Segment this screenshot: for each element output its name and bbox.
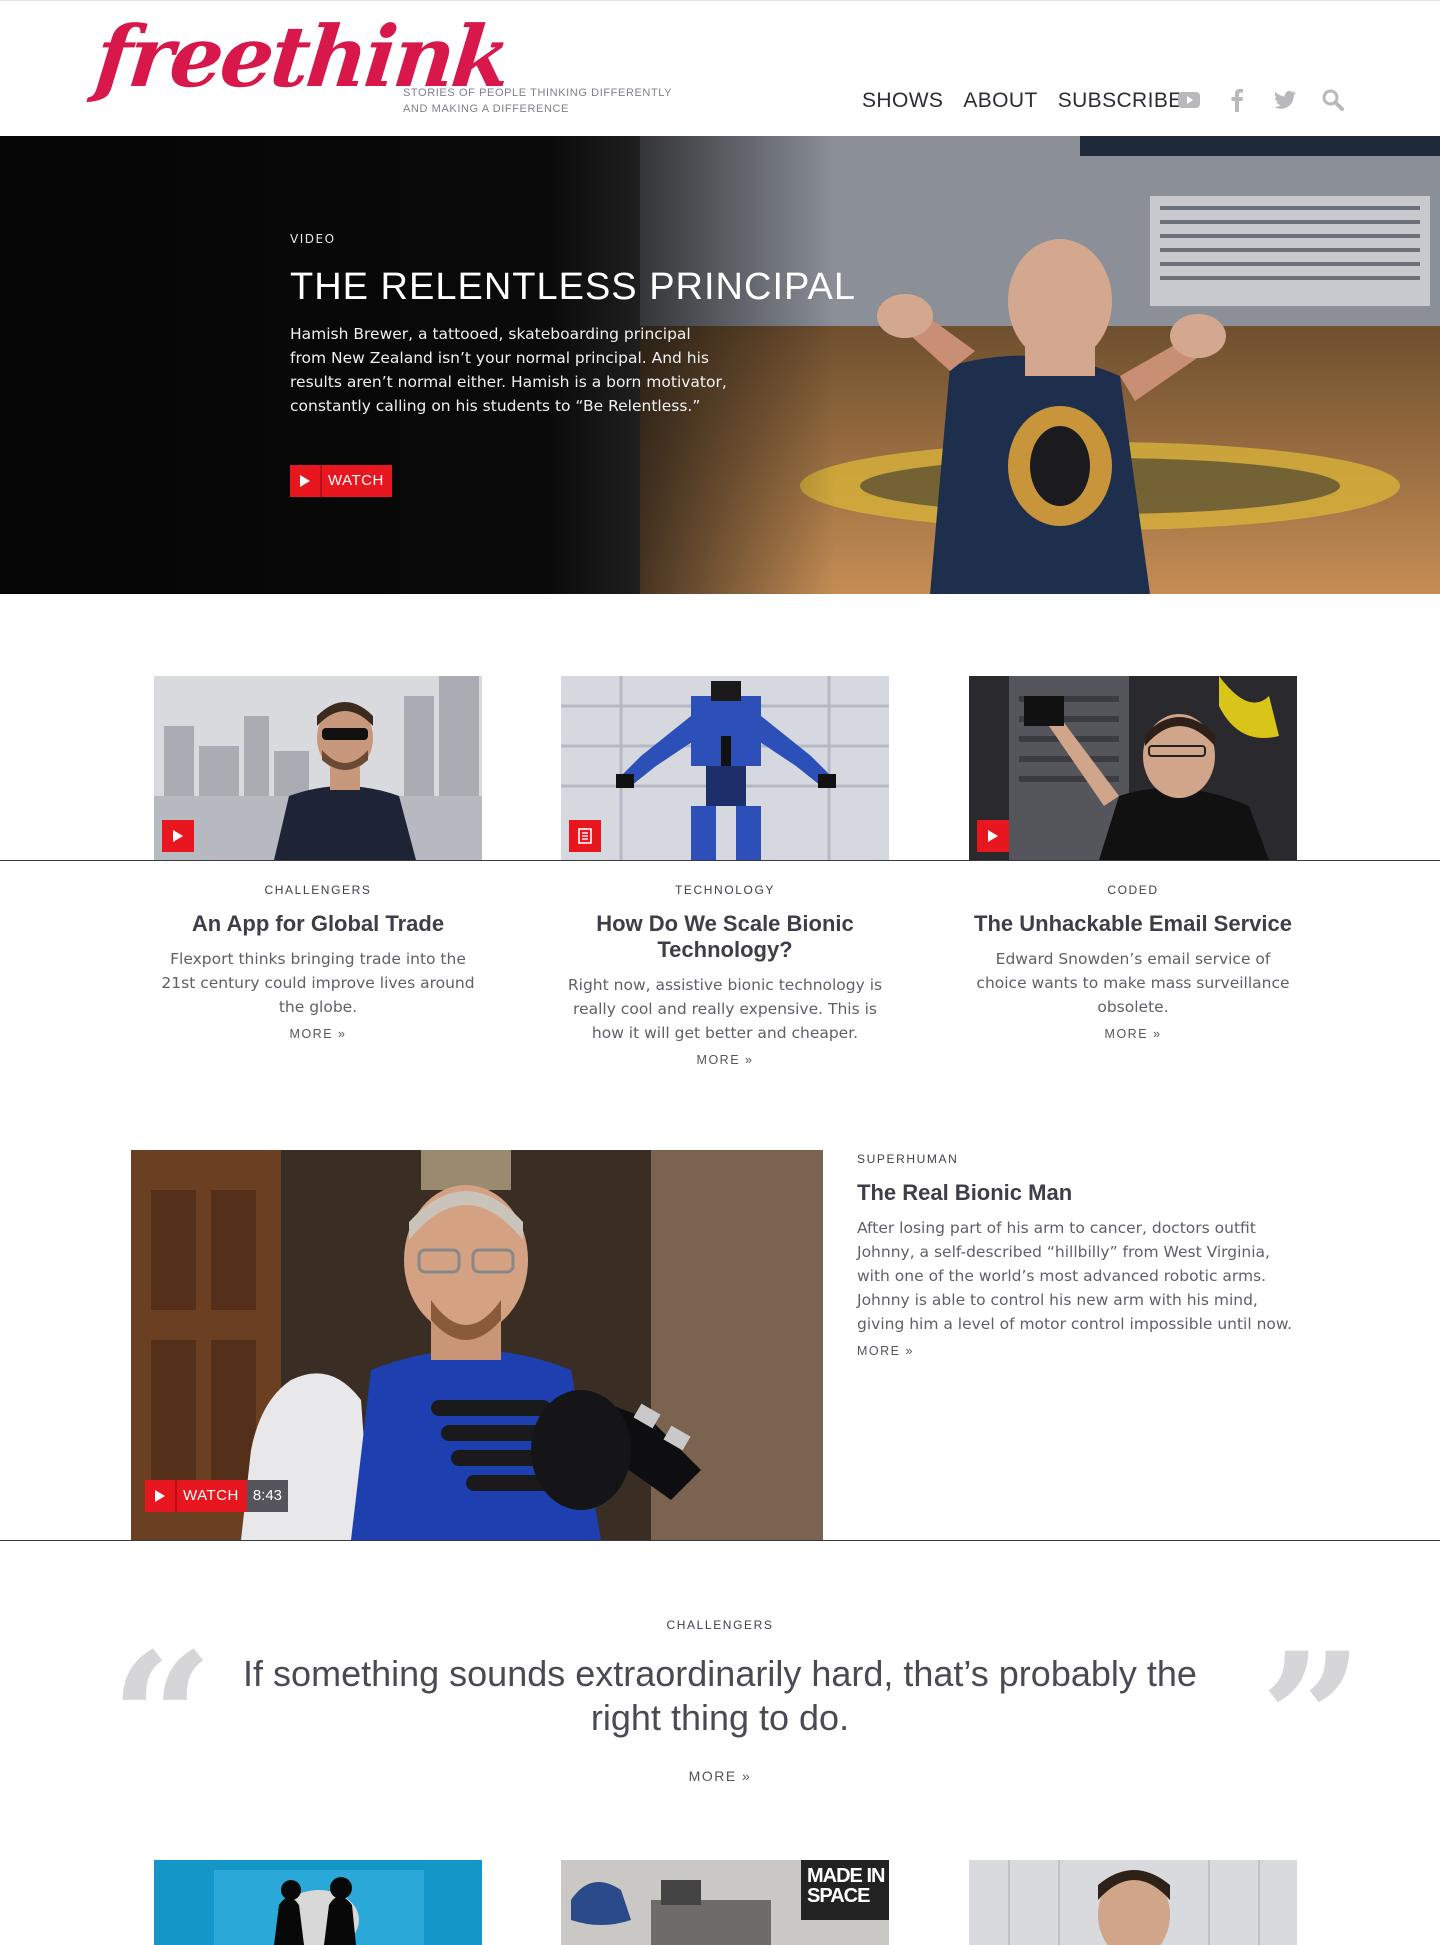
made-in-space-text: MADE IN SPACE [807,1865,885,1907]
site-header: freethink STORIES OF PEOPLE THINKING DIF… [0,0,1440,136]
search-icon[interactable] [1322,89,1344,111]
bottom-card-image-1[interactable] [154,1860,482,1945]
facebook-icon[interactable] [1226,88,1248,112]
card-email-service: CODED The Unhackable Email Service Edwar… [969,883,1297,1041]
pull-quote: If something sounds extraordinarily hard… [243,1653,1197,1738]
bottom-card-image-2[interactable]: MADE IN SPACE [561,1860,889,1945]
card-photo [969,676,1297,860]
feature-text: SUPERHUMAN The Real Bionic Man After los… [857,1152,1297,1358]
article-icon[interactable] [569,820,601,852]
card-photo [154,1860,482,1945]
card-more-link[interactable]: MORE » [561,1053,889,1067]
feature-category[interactable]: SUPERHUMAN [857,1152,1297,1166]
hero-banner: VIDEO THE RELENTLESS PRINCIPAL Hamish Br… [0,136,1440,594]
card-photo [561,676,889,860]
video-duration: 8:43 [246,1480,289,1512]
card-description: Edward Snowden’s email service of choice… [976,950,1290,1016]
nav-shows[interactable]: SHOWS [862,89,943,113]
card-title[interactable]: An App for Global Trade [154,911,482,937]
divider-line [0,860,1440,861]
watch-label: WATCH [177,1480,247,1512]
card-photo [154,676,482,860]
card-title[interactable]: The Unhackable Email Service [969,911,1297,937]
tagline-line-2: AND MAKING A DIFFERENCE [403,103,569,115]
hero-title[interactable]: THE RELENTLESS PRINCIPAL [290,266,856,309]
main-nav: SHOWS ABOUT SUBSCRIBE [862,89,1183,113]
feature-description: After losing part of his arm to cancer, … [857,1219,1293,1333]
nav-subscribe[interactable]: SUBSCRIBE [1058,89,1183,113]
hero-description: Hamish Brewer, a tattooed, skateboarding… [290,325,727,415]
quote-category[interactable]: CHALLENGERS [0,1618,1440,1632]
card-more-link[interactable]: MORE » [154,1027,482,1041]
nav-about[interactable]: ABOUT [963,89,1037,113]
play-icon [290,465,322,497]
play-icon[interactable] [977,820,1009,852]
card-image-bionic-tech[interactable] [561,676,889,860]
card-category[interactable]: CHALLENGERS [154,883,482,897]
tagline-line-1: STORIES OF PEOPLE THINKING DIFFERENTLY [403,87,673,99]
play-icon[interactable] [162,820,194,852]
feature-watch-button[interactable]: WATCH 8:43 [145,1480,289,1512]
social-links [1178,88,1344,112]
card-description: Right now, assistive bionic technology i… [567,976,883,1042]
card-category[interactable]: CODED [969,883,1297,897]
twitter-icon[interactable] [1274,89,1296,111]
card-title[interactable]: How Do We Scale Bionic Technology? [561,911,889,963]
hero-watch-button[interactable]: WATCH [290,465,392,497]
feature-title[interactable]: The Real Bionic Man [857,1180,1297,1206]
card-global-trade: CHALLENGERS An App for Global Trade Flex… [154,883,482,1041]
card-image-global-trade[interactable] [154,676,482,860]
card-description: Flexport thinks bringing trade into the … [161,950,475,1016]
tagline: STORIES OF PEOPLE THINKING DIFFERENTLY A… [403,85,683,117]
play-icon [145,1480,177,1512]
card-bionic-tech: TECHNOLOGY How Do We Scale Bionic Techno… [561,883,889,1067]
card-photo [969,1860,1297,1945]
feature-image-bionic-man[interactable]: WATCH 8:43 [131,1150,823,1540]
bottom-card-image-3[interactable] [969,1860,1297,1945]
quote-more-link[interactable]: MORE » [0,1768,1440,1784]
card-more-link[interactable]: MORE » [969,1027,1297,1041]
watch-label: WATCH [322,465,392,497]
hero-label: VIDEO [290,232,336,246]
divider-line [0,1540,1440,1541]
card-category[interactable]: TECHNOLOGY [561,883,889,897]
feature-more-link[interactable]: MORE » [857,1344,1297,1358]
card-image-email-service[interactable] [969,676,1297,860]
youtube-icon[interactable] [1178,89,1200,111]
